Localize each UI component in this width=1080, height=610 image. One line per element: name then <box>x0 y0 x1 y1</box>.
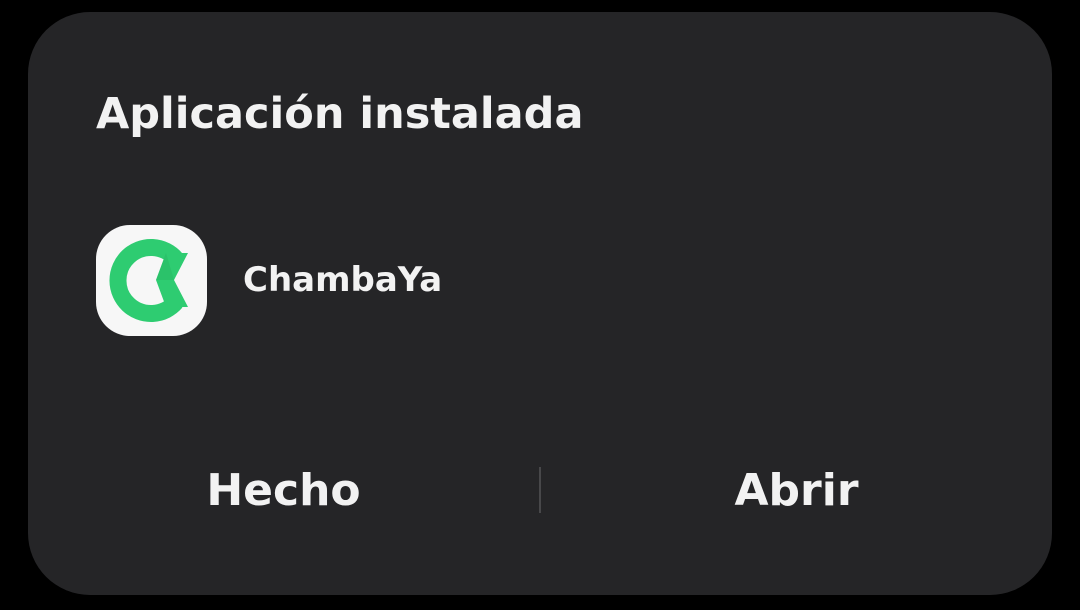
chambaya-logo-icon <box>109 238 188 322</box>
chambaya-app-icon <box>96 224 207 336</box>
open-button[interactable]: Abrir <box>541 452 1052 528</box>
installed-app-row: ChambaYa <box>96 224 443 336</box>
app-installed-dialog: Aplicación instalada ChambaYa Hecho Abri… <box>28 12 1052 595</box>
app-name: ChambaYa <box>243 260 443 300</box>
dialog-buttons: Hecho Abrir <box>28 452 1052 528</box>
done-button[interactable]: Hecho <box>28 452 539 528</box>
dialog-title: Aplicación instalada <box>96 89 584 139</box>
